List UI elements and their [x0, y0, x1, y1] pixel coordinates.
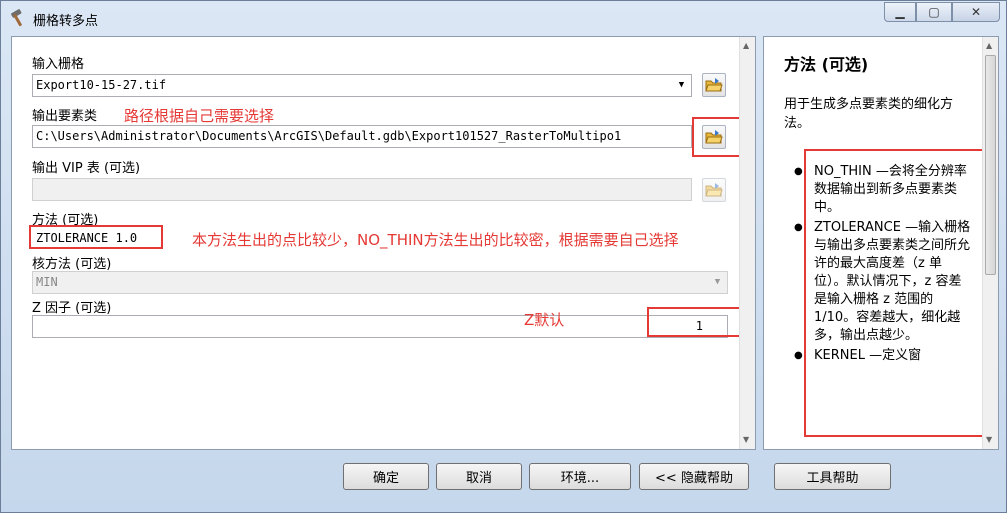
close-button[interactable]: ✕: [952, 2, 1000, 22]
tool-help-button[interactable]: 工具帮助: [774, 463, 891, 490]
method-annotation: 本方法生出的点比较少，NO_THIN方法生出的比较密，根据需要自己选择: [192, 231, 679, 249]
input-raster-label: 输入栅格: [32, 57, 85, 72]
help-scrollbar[interactable]: ▲ ▼: [982, 37, 998, 449]
output-features-input[interactable]: C:\Users\Administrator\Documents\ArcGIS\…: [32, 125, 692, 148]
kernel-value: MIN: [36, 275, 58, 289]
output-vip-browse-button[interactable]: [702, 178, 726, 202]
minimize-icon: ▁: [895, 5, 905, 19]
scroll-up-icon[interactable]: ▲: [743, 41, 749, 50]
output-vip-input[interactable]: [32, 178, 692, 201]
z-annotation: Z默认: [524, 311, 565, 329]
input-raster-value: Export10-15-27.tif: [36, 78, 167, 92]
output-features-value: C:\Users\Administrator\Documents\ArcGIS\…: [36, 129, 622, 143]
cancel-button[interactable]: 取消: [436, 463, 522, 490]
scroll-up-icon[interactable]: ▲: [986, 41, 992, 50]
help-title: 方法 (可选): [784, 55, 869, 74]
kernel-label: 核方法 (可选): [32, 257, 112, 272]
zfactor-input[interactable]: 1: [32, 315, 728, 338]
scroll-down-icon[interactable]: ▼: [743, 435, 749, 444]
close-icon: ✕: [970, 5, 982, 19]
chevron-down-icon[interactable]: ▼: [709, 273, 726, 292]
open-folder-icon: [705, 78, 723, 92]
chevron-down-icon[interactable]: ▼: [673, 76, 690, 95]
method-highlight-box: [29, 225, 163, 249]
parameters-scrollbar[interactable]: ▲ ▼: [739, 37, 755, 449]
maximize-icon: ▢: [928, 5, 940, 19]
path-annotation: 路径根据自己需要选择: [124, 107, 275, 125]
minimize-button[interactable]: ▁: [884, 2, 916, 22]
zfactor-label: Z 因子 (可选): [32, 301, 112, 316]
title-bar[interactable]: 栅格转多点 ▁ ▢ ✕: [1, 1, 1006, 35]
help-highlight-box: [804, 149, 990, 437]
input-raster-dropdown[interactable]: Export10-15-27.tif ▼: [32, 74, 692, 97]
browse-highlight-box: [692, 117, 742, 157]
maximize-button[interactable]: ▢: [916, 2, 952, 22]
help-description: 用于生成多点要素类的细化方法。: [784, 97, 954, 131]
input-raster-browse-button[interactable]: [702, 73, 726, 97]
tool-dialog-window: 栅格转多点 ▁ ▢ ✕ 输入栅格 Export10-15-27.tif ▼ 输出…: [0, 0, 1007, 513]
hide-help-button[interactable]: << 隐藏帮助: [639, 463, 749, 490]
window-controls: ▁ ▢ ✕: [884, 2, 1000, 22]
output-vip-label: 输出 VIP 表 (可选): [32, 161, 141, 176]
parameters-panel: 输入栅格 Export10-15-27.tif ▼ 输出要素类 路径根据自己需要…: [11, 36, 756, 450]
ok-button[interactable]: 确定: [343, 463, 429, 490]
scroll-down-icon[interactable]: ▼: [986, 435, 992, 444]
window-title: 栅格转多点: [33, 14, 99, 29]
output-features-label: 输出要素类: [32, 109, 98, 124]
zfactor-highlight-box: [647, 307, 749, 337]
open-folder-icon: [705, 183, 723, 197]
kernel-dropdown[interactable]: MIN ▼: [32, 271, 728, 294]
hammer-icon: [9, 8, 29, 28]
help-scrollbar-thumb[interactable]: [985, 55, 996, 275]
help-panel: 方法 (可选) 用于生成多点要素类的细化方法。 NO_THIN —会将全分辨率数…: [763, 36, 999, 450]
environments-button[interactable]: 环境...: [529, 463, 631, 490]
